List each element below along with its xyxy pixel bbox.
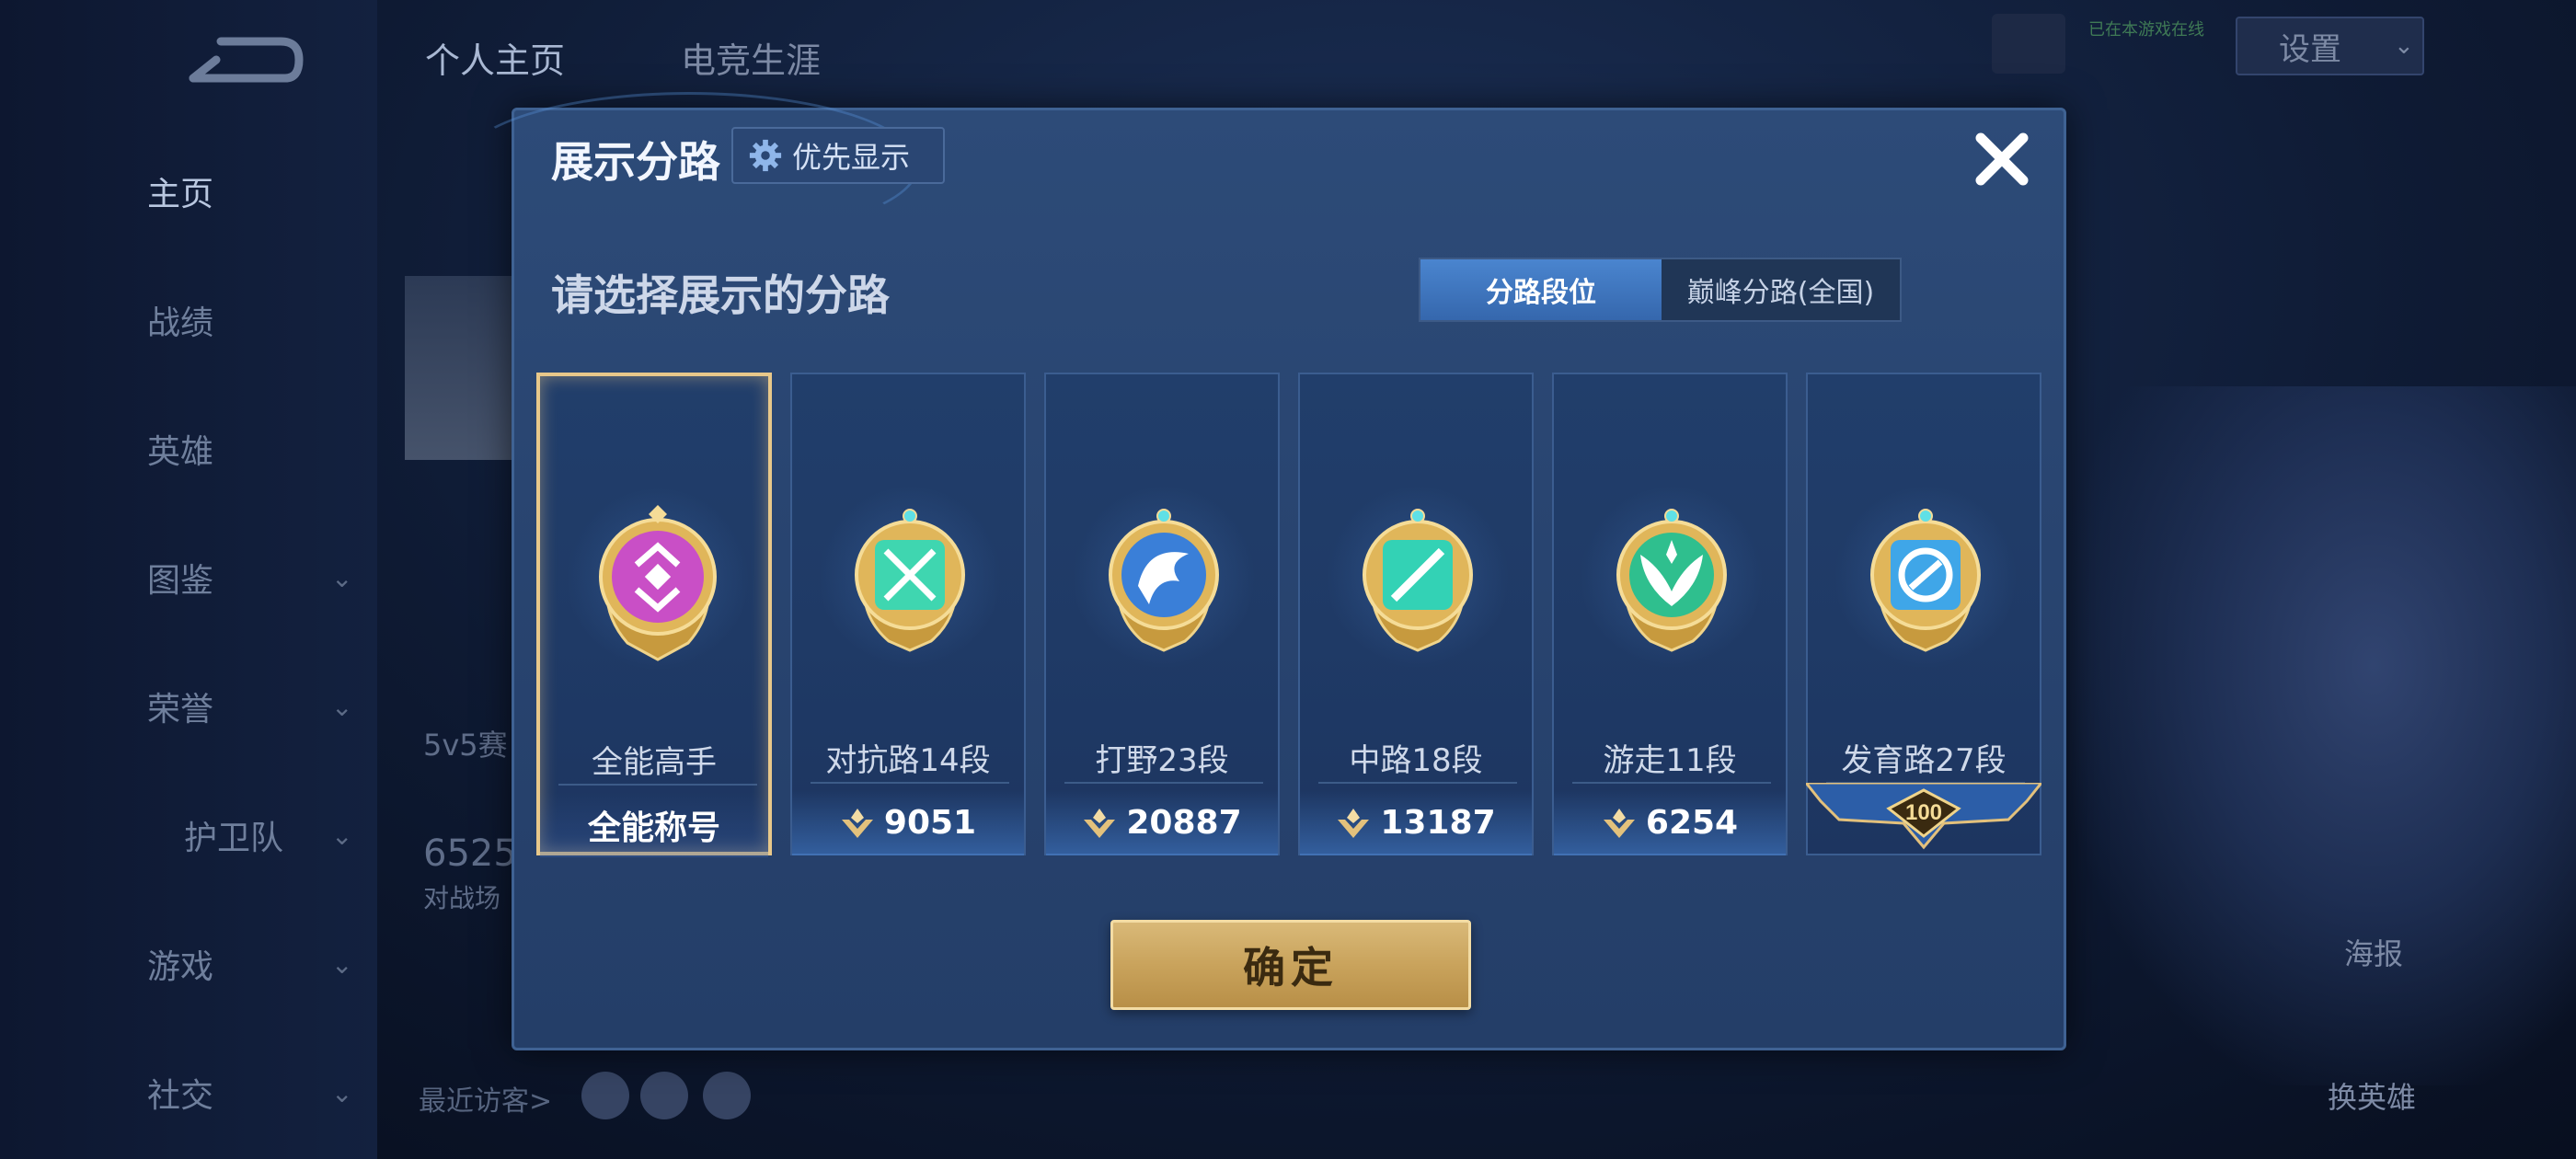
visitor-avatar[interactable] [640, 1072, 688, 1119]
lane-card-jungle[interactable]: 打野23段 20887 [1044, 373, 1280, 855]
all-round-title: 全能称号 [587, 809, 720, 847]
sidebar-item-label: 游戏 [147, 948, 214, 986]
sidebar-item-label: 荣誉 [147, 691, 214, 729]
sidebar-item-record[interactable]: 战绩 [147, 288, 359, 352]
sidebar-item-label: 社交 [147, 1077, 214, 1115]
lane-view-toggle: 分路段位 巅峰分路(全国) [1419, 258, 1902, 322]
chevron-down-icon: ⌄ [2394, 32, 2414, 60]
score-value: 6254 [1645, 804, 1739, 842]
divider [1318, 782, 1517, 784]
divider [1572, 782, 1771, 784]
priority-display-button[interactable]: 优先显示 [731, 127, 945, 184]
settings-button[interactable]: 设置 ⌄ [2236, 17, 2424, 75]
avatar[interactable] [405, 276, 515, 460]
lane-score: 20887 [1046, 790, 1278, 855]
divider [1064, 782, 1263, 784]
sidebar-item-games[interactable]: 游戏 ⌄ [147, 932, 359, 996]
jungle-badge-icon [1109, 509, 1219, 652]
lane-name: 对抗路14段 [825, 742, 991, 779]
sidebar-item-guard[interactable]: 护卫队 ⌄ [184, 803, 396, 867]
divider [558, 784, 757, 786]
change-hero-button[interactable]: 换英雄 [2328, 1074, 2416, 1117]
lane-score: 13187 [1300, 790, 1532, 855]
online-status-text: 已在本游戏在线 [2088, 20, 2204, 40]
dialog-title: 展示分路 [551, 137, 720, 187]
match-count: 6525 [423, 832, 517, 875]
lane-card-roam[interactable]: 游走11段 6254 [1552, 373, 1788, 855]
settings-label: 设置 [2279, 30, 2341, 68]
priority-display-label: 优先显示 [792, 140, 911, 175]
sidebar: 主页 战绩 英雄 图鉴 ⌄ 荣誉 ⌄ 护卫队 ⌄ 游戏 ⌄ 社交 ⌄ [0, 0, 377, 1159]
chevron-down-icon: ⌄ [331, 562, 353, 593]
lane-card-all-round[interactable]: 全能高手 全能称号 [536, 373, 772, 857]
mid-lane-badge-icon [1363, 509, 1473, 652]
tab-profile[interactable]: 个人主页 [425, 32, 565, 83]
score-value: 9051 [883, 804, 977, 842]
lane-name: 打野23段 [1095, 742, 1229, 779]
tab-lane-rank[interactable]: 分路段位 [1420, 259, 1662, 320]
peak-score-icon [1084, 808, 1116, 838]
lane-card-list: 全能高手 全能称号 对抗路14段 9051 打野23段 20887 中路18段 … [536, 373, 2045, 857]
sidebar-item-label: 护卫队 [184, 820, 284, 857]
poster-button[interactable]: 海报 [2344, 931, 2403, 973]
sidebar-item-collection[interactable]: 图鉴 ⌄ [147, 545, 359, 610]
dialog-subtitle: 请选择展示的分路 [551, 270, 890, 320]
tab-esports[interactable]: 电竞生涯 [681, 32, 821, 83]
visitor-avatar[interactable] [581, 1072, 629, 1119]
recent-visitors-link[interactable]: 最近访客> [419, 1078, 552, 1119]
hero-artwork [2070, 386, 2576, 1085]
peak-score-icon [1338, 808, 1370, 838]
score-value: 13187 [1380, 804, 1496, 842]
lane-name: 游走11段 [1603, 742, 1737, 779]
tab-peak-lane[interactable]: 巅峰分路(全国) [1662, 259, 1900, 320]
lane-name: 全能高手 [592, 744, 717, 781]
sidebar-item-label: 主页 [147, 176, 214, 213]
display-lane-dialog: 展示分路 优先显示 请选择展示的分路 分路段位 巅峰分路(全国) 全能高手 全能… [459, 92, 2066, 1050]
sidebar-item-honor[interactable]: 荣誉 ⌄ [147, 674, 359, 739]
chevron-down-icon: ⌄ [331, 691, 353, 722]
back-arrow-icon[interactable] [184, 28, 304, 92]
rank-number: 100 [1905, 800, 1942, 825]
chevron-down-icon: ⌄ [331, 948, 353, 980]
gear-icon [749, 139, 782, 172]
chevron-down-icon: ⌄ [331, 820, 353, 851]
sidebar-item-label: 英雄 [147, 433, 214, 471]
match-count-caption: 对战场 [423, 883, 501, 913]
lane-title-label: 全能称号 [540, 792, 768, 857]
top-100-banner-icon: 100 [1806, 783, 2041, 850]
sidebar-item-home[interactable]: 主页 [147, 159, 359, 224]
sidebar-item-heroes[interactable]: 英雄 [147, 417, 359, 481]
chevron-down-icon: ⌄ [331, 1077, 353, 1108]
confirm-button[interactable]: 确定 [1110, 920, 1471, 1010]
roam-badge-icon [1616, 509, 1727, 652]
lane-score: 6254 [1554, 790, 1786, 855]
mode-label: 5v5赛 [423, 728, 508, 763]
lane-name: 中路18段 [1349, 742, 1483, 779]
peak-score-icon [841, 808, 873, 838]
all-round-badge-icon [599, 505, 717, 661]
lane-card-clash[interactable]: 对抗路14段 9051 [790, 373, 1026, 855]
close-icon[interactable] [1968, 125, 2036, 193]
visitor-avatar[interactable] [703, 1072, 751, 1119]
divider [811, 782, 1009, 784]
lane-name: 发育路27段 [1841, 742, 2007, 779]
lane-card-farm[interactable]: 发育路27段 100 [1806, 373, 2041, 855]
score-value: 20887 [1126, 804, 1242, 842]
sidebar-item-label: 图鉴 [147, 562, 214, 600]
peak-score-icon [1603, 808, 1635, 838]
farm-lane-badge-icon [1870, 509, 1981, 652]
lane-card-mid[interactable]: 中路18段 13187 [1298, 373, 1534, 855]
clash-lane-badge-icon [855, 509, 965, 652]
sidebar-item-social[interactable]: 社交 ⌄ [147, 1061, 359, 1125]
notification-bell-icon[interactable] [1992, 14, 2065, 74]
sidebar-item-label: 战绩 [147, 304, 214, 342]
lane-score: 9051 [792, 790, 1024, 855]
